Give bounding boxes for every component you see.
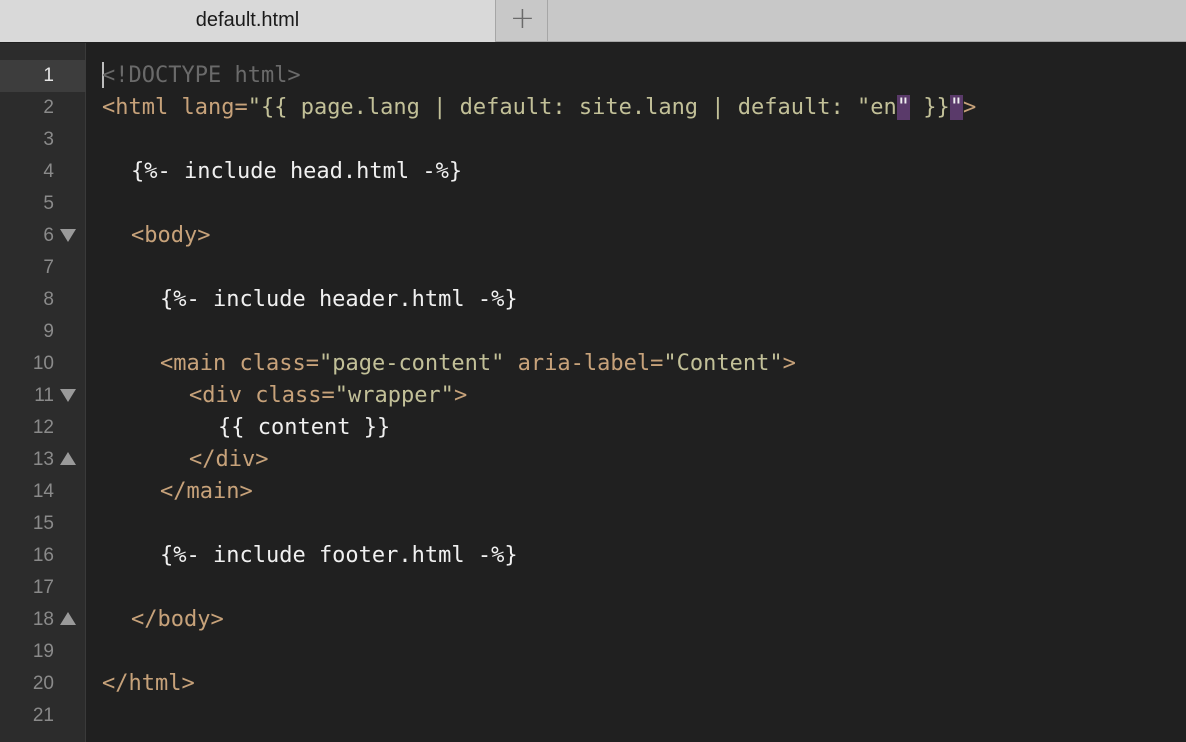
line-number: 7: [43, 257, 54, 278]
gutter-row: 20: [0, 668, 86, 700]
line-number: 20: [32, 673, 54, 694]
attr-value: "Content": [663, 351, 783, 376]
plus-icon: +: [509, 1, 536, 36]
code-line-13: </div>: [189, 444, 268, 476]
attr-value: "{{ page.lang | default: site.lang | def…: [247, 95, 897, 120]
tab-title: default.html: [195, 8, 300, 31]
line-number: 3: [43, 129, 54, 150]
gutter-row: 5: [0, 188, 86, 220]
matched-quote-highlight: ": [949, 95, 963, 120]
fold-collapse-icon[interactable]: [60, 229, 76, 242]
tag-open: <html: [102, 95, 182, 120]
line-number: 6: [43, 225, 54, 246]
code-line-20: </html>: [102, 668, 195, 700]
gutter-row: 10: [0, 348, 86, 380]
tag-close: >: [453, 383, 468, 408]
gutter-row: 18: [0, 604, 86, 636]
gutter-row: 1: [0, 60, 86, 92]
code-line-12: {{ content }}: [218, 412, 390, 444]
gutter-row: 17: [0, 572, 86, 604]
matched-quote-highlight: ": [896, 95, 910, 120]
tag-body-open: <body>: [131, 223, 211, 248]
gutter-row: 6: [0, 220, 86, 252]
gutter-row: 16: [0, 540, 86, 572]
code-line-14: </main>: [160, 476, 253, 508]
line-number: 16: [32, 545, 54, 566]
tag-html-close: </html>: [102, 671, 195, 696]
tab-default-html[interactable]: default.html: [0, 0, 496, 42]
fold-expand-icon[interactable]: [60, 452, 76, 465]
liquid-include: {%- include head.html -%}: [131, 159, 463, 184]
attr-value-tail: }}: [909, 95, 950, 120]
tag-open: <div: [189, 383, 256, 408]
gutter-row: 7: [0, 252, 86, 284]
gutter-row: 21: [0, 700, 86, 732]
code-line-11: <div class="wrapper">: [189, 380, 467, 412]
tag-close: >: [782, 351, 796, 376]
doctype-text: <!DOCTYPE html>: [102, 63, 301, 88]
line-number: 15: [32, 513, 54, 534]
tag-close: >: [962, 95, 977, 120]
line-number: 8: [43, 289, 54, 310]
gutter-row: 14: [0, 476, 86, 508]
code-line-10: <main class="page-content" aria-label="C…: [160, 348, 796, 380]
tag-main-close: </main>: [160, 479, 253, 504]
line-number-gutter: 1 2 3 4 5 6 7 8 9 10 11 12 13 14 15 16 1…: [0, 43, 86, 742]
liquid-include: {%- include footer.html -%}: [160, 543, 518, 568]
line-number: 11: [34, 385, 54, 406]
attr-value: "wrapper": [334, 383, 454, 408]
gutter-row: 13: [0, 444, 86, 476]
code-line-4: {%- include head.html -%}: [131, 156, 462, 188]
attr-name: lang=: [181, 95, 248, 120]
code-line-16: {%- include footer.html -%}: [160, 540, 518, 572]
line-number: 13: [32, 449, 54, 470]
tag-body-close: </body>: [131, 607, 224, 632]
line-number: 9: [43, 321, 54, 342]
attr-name: aria-label=: [504, 351, 664, 376]
gutter-row: 8: [0, 284, 86, 316]
gutter-row: 3: [0, 124, 86, 156]
gutter-row: 12: [0, 412, 86, 444]
gutter-row: 19: [0, 636, 86, 668]
new-tab-button[interactable]: +: [498, 0, 548, 42]
code-line-18: </body>: [131, 604, 224, 636]
tab-bar: default.html +: [0, 0, 1186, 42]
code-line-6: <body>: [131, 220, 210, 252]
line-number: 14: [32, 481, 54, 502]
gutter-row: 2: [0, 92, 86, 124]
gutter-row: 11: [0, 380, 86, 412]
liquid-include: {%- include header.html -%}: [160, 287, 518, 312]
gutter-row: 15: [0, 508, 86, 540]
line-number: 1: [43, 65, 54, 86]
tag-open: <main: [160, 351, 240, 376]
gutter-row: 9: [0, 316, 86, 348]
code-line-8: {%- include header.html -%}: [160, 284, 518, 316]
line-number: 12: [32, 417, 54, 438]
attr-name: class=: [255, 383, 335, 408]
gutter-row: 4: [0, 156, 86, 188]
line-number: 2: [43, 97, 54, 118]
tag-div-close: </div>: [189, 447, 269, 472]
line-number: 17: [32, 577, 54, 598]
attr-value: "page-content": [318, 351, 505, 376]
line-number: 4: [43, 161, 54, 182]
line-number: 18: [32, 609, 54, 630]
attr-name: class=: [239, 351, 319, 376]
code-line-1: <!DOCTYPE html>: [102, 60, 301, 92]
code-editor[interactable]: <!DOCTYPE html> <html lang="{{ page.lang…: [86, 43, 1186, 742]
liquid-output: {{ content }}: [218, 415, 391, 440]
fold-collapse-icon[interactable]: [60, 389, 76, 402]
line-number: 10: [32, 353, 54, 374]
line-number: 19: [32, 641, 54, 662]
line-number: 5: [43, 193, 54, 214]
fold-expand-icon[interactable]: [60, 612, 76, 625]
line-number: 21: [32, 705, 54, 726]
code-line-2: <html lang="{{ page.lang | default: site…: [102, 92, 976, 124]
